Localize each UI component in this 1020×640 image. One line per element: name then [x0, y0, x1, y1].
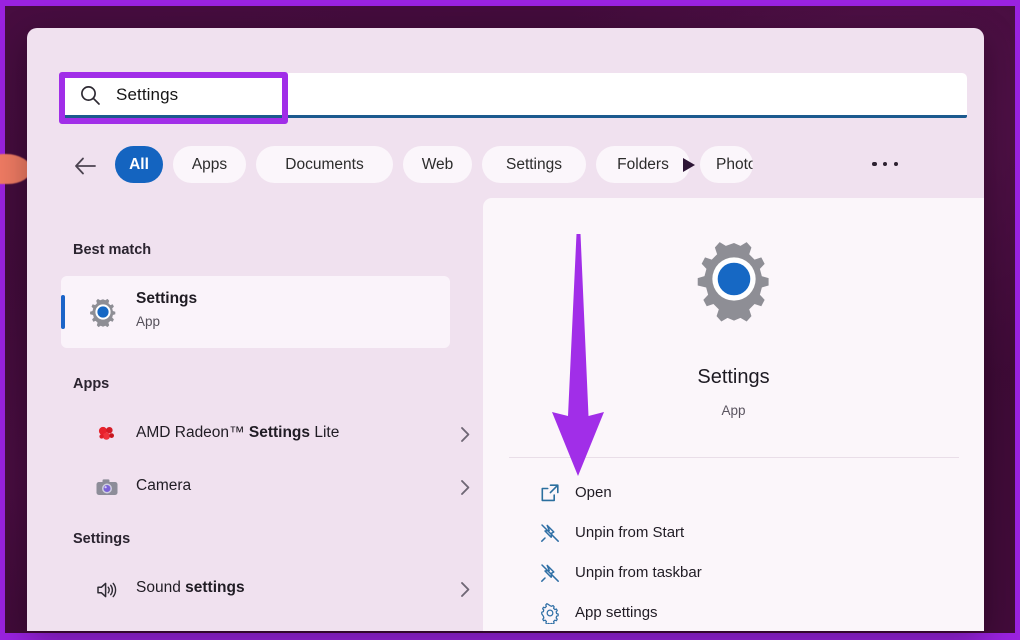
selection-accent-bar — [61, 295, 65, 329]
result-row-amd-radeon-settings-lite[interactable]: AMD Radeon™ Settings Lite — [61, 413, 461, 457]
result-label-match: Settings — [249, 424, 310, 441]
chevron-right-icon[interactable] — [460, 581, 471, 598]
result-label-prefix: Sound — [136, 579, 185, 596]
tab-settings[interactable]: Settings — [482, 146, 586, 183]
unpin-icon — [539, 562, 561, 584]
action-app-settings[interactable]: App settings — [483, 594, 984, 631]
gear-icon — [539, 602, 561, 624]
back-arrow-icon[interactable] — [73, 153, 99, 179]
preview-divider — [509, 457, 959, 458]
result-label-prefix: AMD Radeon™ — [136, 424, 249, 441]
tab-photos[interactable]: Photos — [700, 146, 753, 183]
best-match-subtitle: App — [136, 314, 160, 329]
tab-label: Folders — [617, 156, 669, 174]
play-triangle-icon[interactable] — [682, 157, 696, 173]
tab-documents[interactable]: Documents — [256, 146, 393, 183]
best-match-title: Settings — [136, 290, 197, 308]
tab-label: Settings — [506, 156, 562, 174]
search-bar-row: Settings — [27, 28, 984, 121]
search-input-value: Settings — [116, 84, 178, 106]
ellipsis-dot — [883, 162, 888, 167]
preview-app-title: Settings — [483, 366, 984, 389]
action-unpin-from-taskbar[interactable]: Unpin from taskbar — [483, 554, 984, 594]
app-preview-panel: Settings App Open — [483, 198, 984, 631]
tab-label: Photos — [716, 156, 753, 174]
result-label-match: settings — [185, 579, 244, 596]
result-row-sound-settings[interactable]: Sound settings — [61, 568, 461, 612]
amd-radeon-icon — [95, 423, 119, 447]
action-label: Unpin from taskbar — [575, 564, 702, 581]
result-label-prefix: Camera — [136, 477, 191, 494]
action-label: App settings — [575, 604, 658, 621]
tab-folders[interactable]: Folders — [596, 146, 690, 183]
tab-all[interactable]: All — [115, 146, 163, 183]
action-open[interactable]: Open — [483, 474, 984, 514]
ellipsis-dot — [872, 162, 877, 167]
filter-tabs-row: All Apps Documents Web Settings Folders … — [27, 141, 984, 193]
result-label: Sound settings — [136, 579, 245, 597]
unpin-icon — [539, 522, 561, 544]
chevron-right-icon[interactable] — [460, 426, 471, 443]
ellipsis-dot — [894, 162, 899, 167]
preview-app-subtitle: App — [483, 403, 984, 418]
best-match-result-settings[interactable]: Settings App — [61, 276, 450, 348]
desktop-wallpaper: Settings All Apps Documents Web — [0, 0, 1020, 640]
open-external-icon — [539, 482, 561, 504]
tab-label: All — [129, 156, 149, 174]
ellipsis-icon[interactable] — [872, 154, 898, 174]
result-label: Camera — [136, 477, 191, 495]
tab-label: Web — [422, 156, 454, 174]
section-header-settings: Settings — [73, 531, 130, 547]
settings-gear-icon — [689, 234, 779, 324]
tab-label: Apps — [192, 156, 227, 174]
settings-gear-icon — [87, 296, 119, 328]
search-input[interactable]: Settings — [63, 73, 967, 118]
tab-web[interactable]: Web — [403, 146, 472, 183]
action-unpin-from-start[interactable]: Unpin from Start — [483, 514, 984, 554]
speaker-icon — [95, 578, 119, 602]
result-row-display-settings[interactable]: Display settings — [61, 621, 461, 631]
result-label-suffix: Lite — [310, 424, 339, 441]
camera-icon — [95, 476, 119, 500]
search-icon — [79, 84, 101, 106]
result-row-camera[interactable]: Camera — [61, 466, 461, 510]
section-header-apps: Apps — [73, 376, 109, 392]
windows-search-window: Settings All Apps Documents Web — [27, 28, 984, 631]
tab-label: Documents — [285, 156, 363, 174]
chevron-right-icon[interactable] — [460, 479, 471, 496]
result-label: AMD Radeon™ Settings Lite — [136, 424, 339, 442]
tab-apps[interactable]: Apps — [173, 146, 246, 183]
action-label: Unpin from Start — [575, 524, 684, 541]
action-label: Open — [575, 484, 612, 501]
search-results-list: Best match Settings App Apps — [27, 198, 483, 631]
section-header-best-match: Best match — [73, 242, 151, 258]
